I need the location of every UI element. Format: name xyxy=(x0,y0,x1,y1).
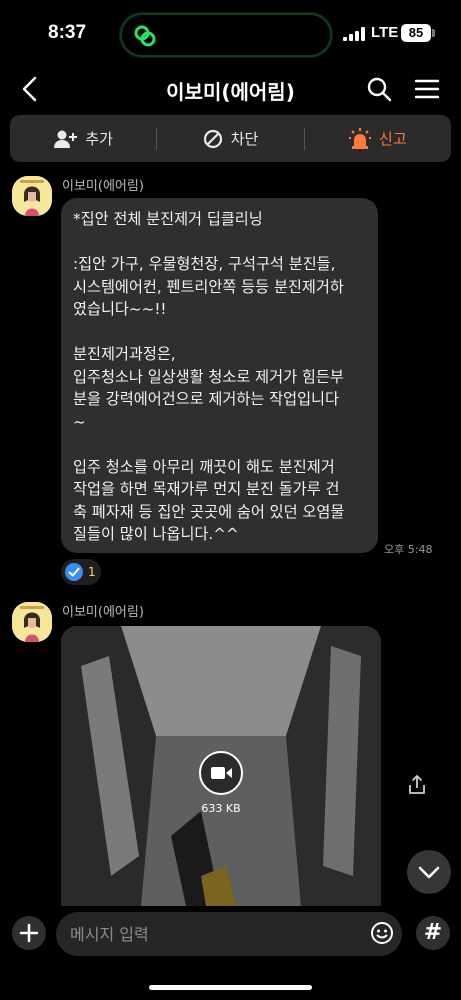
report-button[interactable]: 신고 xyxy=(305,115,451,162)
message-bubble[interactable]: *집안 전체 분진제거 딥클리닝 :집안 가구, 우물형천장, 구석구석 분진들… xyxy=(61,198,378,553)
network-label: LTE xyxy=(371,24,399,41)
check-reaction-icon xyxy=(65,563,83,581)
home-indicator[interactable] xyxy=(149,985,312,990)
signal-icon xyxy=(343,27,365,41)
avatar-image xyxy=(12,176,52,216)
search-icon[interactable] xyxy=(366,76,392,102)
plus-icon xyxy=(19,923,39,943)
sender-name: 이보미(에어림) xyxy=(62,605,144,620)
battery-level: 85 xyxy=(401,24,431,42)
hashtag-button[interactable]: # xyxy=(416,916,450,950)
battery-cap xyxy=(432,29,435,37)
link-icon xyxy=(134,25,156,47)
video-size: 633 KB xyxy=(201,802,241,815)
sender-name: 이보미(에어림) xyxy=(62,179,144,194)
report-label: 신고 xyxy=(379,130,407,148)
chevron-down-icon xyxy=(418,866,440,879)
add-friend-button[interactable]: 추가 xyxy=(10,115,156,162)
video-message[interactable]: 633 KB xyxy=(61,626,381,906)
input-bar: # xyxy=(0,906,461,1000)
message-input[interactable] xyxy=(56,912,402,956)
reaction-badge[interactable]: 1 xyxy=(61,559,101,585)
attach-button[interactable] xyxy=(12,916,46,950)
menu-icon[interactable] xyxy=(414,76,440,102)
status-time: 8:37 xyxy=(48,22,87,43)
dynamic-island[interactable] xyxy=(120,13,332,57)
avatar[interactable] xyxy=(12,602,52,642)
block-label: 차단 xyxy=(230,130,259,148)
block-icon xyxy=(203,129,222,148)
play-button[interactable] xyxy=(199,751,243,795)
siren-icon xyxy=(349,127,372,149)
avatar[interactable] xyxy=(12,176,52,216)
block-button[interactable]: 차단 xyxy=(157,115,303,162)
chat-header: 이보미(에어림) xyxy=(0,64,461,114)
scroll-down-button[interactable] xyxy=(407,850,451,894)
avatar-image xyxy=(12,602,52,642)
reaction-count: 1 xyxy=(88,565,96,579)
message-time: 오후 5:48 xyxy=(384,543,433,556)
emoji-icon[interactable] xyxy=(370,921,394,945)
add-label: 추가 xyxy=(85,130,113,148)
video-camera-icon xyxy=(211,767,232,779)
action-bar: 추가 차단 신고 xyxy=(10,115,451,162)
share-icon[interactable] xyxy=(406,773,428,797)
add-user-icon xyxy=(54,130,78,148)
status-bar: 8:37 LTE 85 xyxy=(0,0,461,60)
